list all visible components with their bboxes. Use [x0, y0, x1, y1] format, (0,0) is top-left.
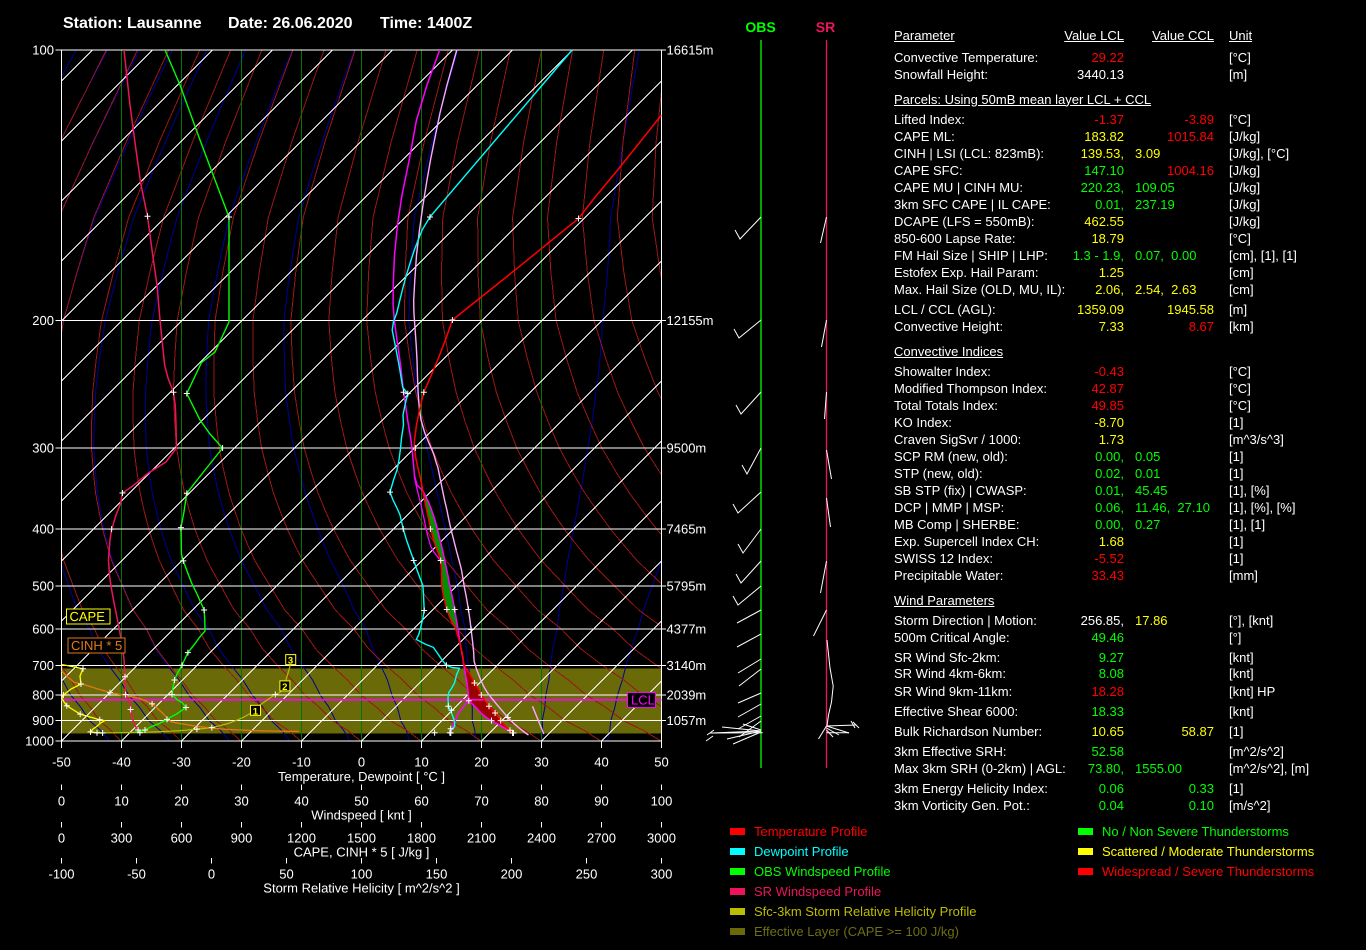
svg-text:1200: 1200 — [287, 831, 316, 846]
svg-text:2400: 2400 — [527, 831, 556, 846]
svg-text:CAPE, CINH * 5 [ J/kg ]: CAPE, CINH * 5 [ J/kg ] — [294, 845, 430, 860]
svg-text:900: 900 — [231, 831, 253, 846]
svg-text:2700: 2700 — [587, 831, 616, 846]
svg-text:600: 600 — [171, 831, 193, 846]
svg-text:150: 150 — [426, 867, 448, 882]
svg-text:2100: 2100 — [467, 831, 496, 846]
svg-text:1500: 1500 — [347, 831, 376, 846]
svg-text:300: 300 — [651, 867, 673, 882]
svg-text:100: 100 — [351, 867, 373, 882]
svg-text:0: 0 — [58, 831, 65, 846]
svg-text:-50: -50 — [127, 867, 146, 882]
svg-text:300: 300 — [111, 831, 133, 846]
svg-text:-100: -100 — [48, 867, 74, 882]
svg-text:200: 200 — [501, 867, 523, 882]
svg-text:1800: 1800 — [407, 831, 436, 846]
svg-text:50: 50 — [279, 867, 293, 882]
svg-text:250: 250 — [576, 867, 598, 882]
svg-text:3000: 3000 — [647, 831, 676, 846]
svg-text:Storm Relative Helicity [ m^2: Storm Relative Helicity [ m^2/s^2 ] — [263, 881, 459, 896]
svg-text:0: 0 — [208, 867, 215, 882]
